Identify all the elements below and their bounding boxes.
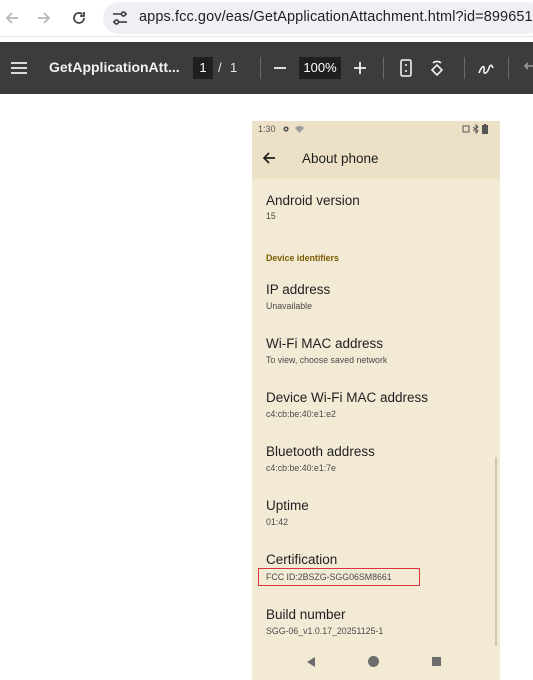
zoom-in-icon[interactable] — [350, 58, 370, 78]
device-wifi-mac-value: c4:cb:be:40:e1:e2 — [266, 409, 336, 419]
reload-icon[interactable] — [69, 8, 89, 28]
zoom-out-icon[interactable] — [270, 58, 290, 78]
battery-icon — [482, 124, 488, 134]
fit-page-icon[interactable] — [396, 58, 416, 78]
wifi-icon — [295, 125, 304, 133]
status-time: 1:30 — [258, 124, 276, 134]
back-arrow-icon[interactable] — [262, 151, 276, 165]
phone-screenshot: 1:30 About phone Android version 15 Devi… — [252, 121, 500, 680]
forward-arrow-icon[interactable] — [34, 8, 54, 28]
settings-gear-icon — [283, 126, 289, 132]
section-label-device-identifiers: Device identifiers — [266, 253, 339, 263]
browser-address-bar: apps.fcc.gov/eas/GetApplicationAttachmen… — [0, 0, 533, 37]
nav-home-icon[interactable] — [368, 656, 379, 667]
back-arrow-icon[interactable] — [2, 8, 22, 28]
scrollbar[interactable] — [495, 457, 497, 647]
page-separator: / — [218, 60, 222, 75]
toolbar-divider — [464, 57, 465, 79]
device-wifi-mac-title[interactable]: Device Wi-Fi MAC address — [266, 390, 428, 405]
ip-address-value: Unavailable — [266, 301, 312, 311]
wifi-mac-value: To view, choose saved network — [266, 355, 388, 365]
android-version-title[interactable]: Android version — [266, 193, 360, 208]
build-number-title[interactable]: Build number — [266, 607, 346, 622]
bluetooth-address-title[interactable]: Bluetooth address — [266, 444, 375, 459]
undo-icon[interactable] — [519, 58, 533, 78]
android-version-value: 15 — [266, 211, 276, 221]
page-number-input[interactable]: 1 — [193, 57, 213, 79]
uptime-value: 01:42 — [266, 517, 289, 527]
uptime-title[interactable]: Uptime — [266, 498, 309, 513]
pdf-toolbar: GetApplicationAtt... 1 / 1 100% — [0, 42, 533, 94]
document-title: GetApplicationAtt... — [49, 59, 180, 75]
fcc-id-value: FCC ID:2BSZG-SGG06SM8661 — [266, 572, 392, 582]
certification-title[interactable]: Certification — [266, 552, 337, 567]
zoom-level-input[interactable]: 100% — [299, 57, 341, 79]
ip-address-title[interactable]: IP address — [266, 282, 330, 297]
toolbar-divider — [260, 57, 261, 79]
toolbar-divider — [508, 57, 509, 79]
rotate-icon[interactable] — [427, 58, 447, 78]
vibrate-icon — [462, 125, 470, 133]
nav-recents-icon[interactable] — [432, 657, 441, 666]
app-bar: About phone — [252, 137, 500, 179]
wifi-mac-title[interactable]: Wi-Fi MAC address — [266, 336, 383, 351]
android-nav-bar — [252, 646, 500, 680]
page-total: 1 — [230, 60, 238, 75]
menu-icon[interactable] — [11, 61, 27, 75]
build-number-value: SGG-06_v1.0.17_20251125-1 — [266, 626, 384, 636]
site-settings-icon[interactable] — [111, 9, 129, 27]
annotate-icon[interactable] — [476, 58, 496, 78]
url-text[interactable]: apps.fcc.gov/eas/GetApplicationAttachmen… — [139, 9, 533, 25]
nav-back-icon[interactable] — [307, 657, 315, 667]
toolbar-divider — [383, 57, 384, 79]
page-title: About phone — [302, 151, 379, 166]
bluetooth-icon — [473, 124, 479, 134]
bluetooth-address-value: c4:cb:be:40:e1:7e — [266, 463, 336, 473]
status-bar: 1:30 — [252, 121, 500, 137]
